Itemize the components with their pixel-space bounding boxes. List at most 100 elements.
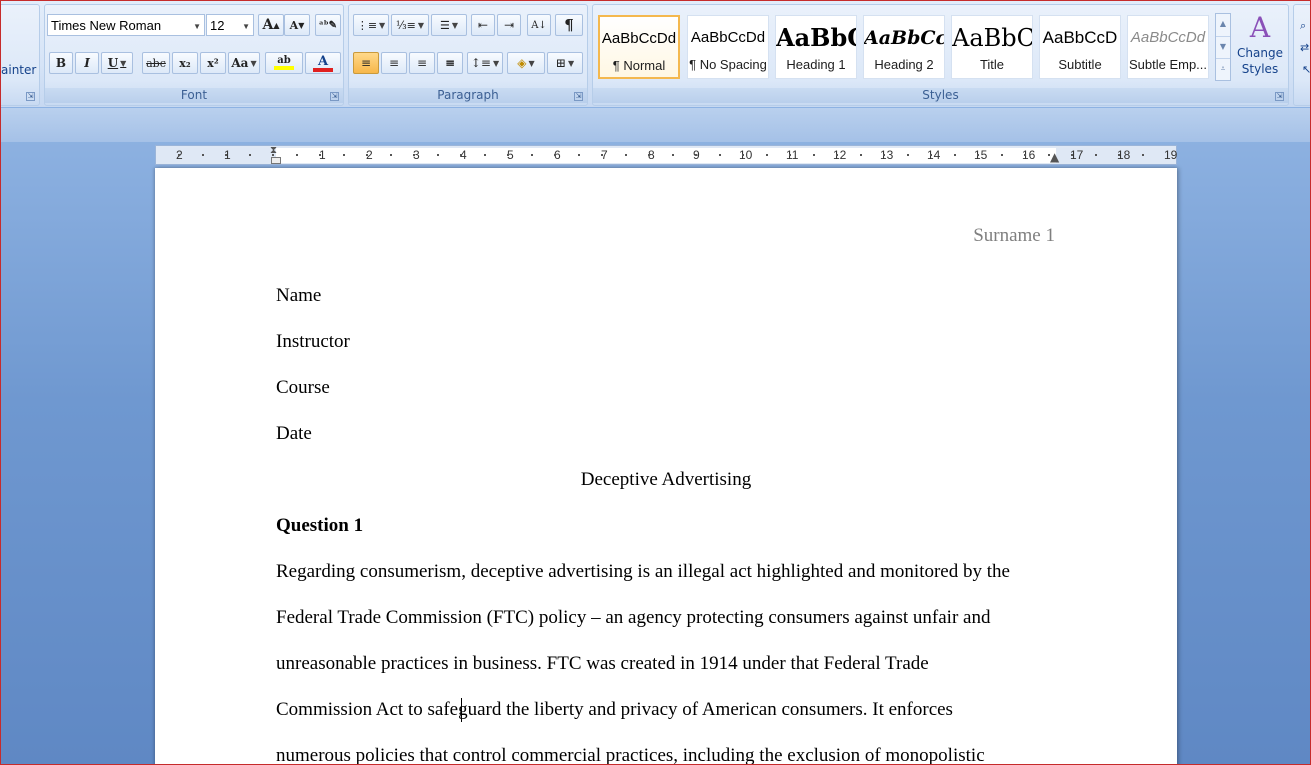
decrease-indent-button[interactable]: ⇤	[471, 14, 495, 36]
font-color-button[interactable]: A	[305, 52, 341, 74]
font-launcher-icon[interactable]: ⇲	[330, 92, 339, 101]
style-name: Subtitle	[1058, 57, 1102, 72]
ruler-tick	[859, 154, 862, 156]
font-size-dropdown-icon[interactable]: ▼	[242, 22, 250, 31]
scroll-up-icon[interactable]: ▲	[1216, 14, 1230, 36]
clipboard-group: ainter ⇲	[0, 4, 40, 106]
font-color-bar	[313, 67, 333, 72]
style-subtle-emphasis[interactable]: AaBbCcDd Subtle Emp...	[1127, 15, 1209, 79]
font-color-icon: A	[317, 53, 329, 69]
ruler-number: 10	[739, 148, 753, 162]
underline-button[interactable]: U ▼	[101, 52, 133, 74]
right-indent-marker-icon[interactable]: ▲	[1050, 150, 1059, 164]
ruler-tick	[836, 154, 838, 156]
clipboard-launcher-icon[interactable]: ⇲	[26, 92, 35, 101]
ruler-tick	[554, 154, 556, 156]
ruler-tick	[742, 154, 744, 156]
style-preview: AaBbCcD	[1042, 28, 1118, 47]
change-styles-button[interactable]: A Change Styles	[1235, 11, 1285, 87]
style-preview: AaBbC	[776, 23, 856, 52]
bullets-button[interactable]: ⋮≡ ▼	[353, 14, 389, 36]
borders-icon: ⊞	[555, 56, 566, 70]
select-icon[interactable]: ↖	[1302, 63, 1311, 76]
style-preview: AaBbCcDd	[601, 30, 677, 47]
align-center-button[interactable]: ≡	[381, 52, 407, 74]
left-indent-marker-icon[interactable]	[271, 157, 281, 164]
show-marks-button[interactable]: ¶	[555, 14, 583, 36]
style-title[interactable]: AaBbC Title	[951, 15, 1033, 79]
ruler-tick	[718, 154, 721, 156]
paragraph-group: ⋮≡ ▼ ⅓≡ ▼ ☰ ▼ ⇤ ⇥ A↓ ¶ ≡ ≡ ≡ ≡ ↕≡ ▼ ◈ ▼ ⊞ ▼ Pa…	[348, 4, 588, 106]
change-case-button[interactable]: Aa ▼	[228, 52, 260, 74]
paragraph-group-label: Paragraph	[349, 88, 587, 103]
paragraph-line: unreasonable practices in business. FTC …	[276, 653, 929, 674]
italic-button[interactable]: I	[75, 52, 99, 74]
styles-scroll: ▲ ▼ ⩡	[1215, 13, 1231, 81]
instructor-line: Instructor	[276, 331, 350, 352]
align-right-button[interactable]: ≡	[409, 52, 435, 74]
clear-formatting-icon: ᵃᵇ✎	[318, 19, 338, 31]
page-header: Surname 1	[973, 225, 1055, 246]
style-normal[interactable]: AaBbCcDd ¶ Normal	[598, 15, 680, 79]
style-heading-1[interactable]: AaBbC Heading 1	[775, 15, 857, 79]
ruler-tick	[1071, 154, 1073, 156]
format-painter-label[interactable]: ainter	[1, 63, 36, 77]
paint-bucket-icon: ◈	[517, 56, 527, 70]
find-icon[interactable]: ⌕	[1300, 19, 1306, 33]
font-name-value: Times New Roman	[51, 17, 162, 33]
justify-icon: ≡	[444, 56, 456, 70]
ruler-tick	[248, 154, 251, 156]
student-name-line: Name	[276, 285, 322, 306]
increase-indent-icon: ⇥	[503, 18, 515, 32]
ruler-tick	[789, 154, 791, 156]
replace-icon[interactable]: ⇄	[1300, 41, 1309, 54]
line-spacing-button[interactable]: ↕≡ ▼	[467, 52, 503, 74]
ruler-number: 13	[880, 148, 894, 162]
style-no-spacing[interactable]: AaBbCcDd ¶ No Spacing	[687, 15, 769, 79]
subscript-button[interactable]: x₂	[172, 52, 198, 74]
numbering-button[interactable]: ⅓≡ ▼	[391, 14, 429, 36]
ruler-tick	[577, 154, 580, 156]
document-page[interactable]: Surname 1 Name Instructor Course Date De…	[155, 168, 1177, 765]
grow-font-button[interactable]: A ▲	[258, 14, 284, 36]
align-left-button[interactable]: ≡	[353, 52, 379, 74]
paragraph-launcher-icon[interactable]: ⇲	[574, 92, 583, 101]
change-case-icon: Aa	[231, 56, 249, 70]
highlight-button[interactable]: ab	[265, 52, 303, 74]
bold-button[interactable]: B	[49, 52, 73, 74]
shrink-font-button[interactable]: A ▼	[284, 14, 310, 36]
style-preview: AaBbCcDd	[1130, 29, 1206, 46]
styles-launcher-icon[interactable]: ⇲	[1275, 92, 1284, 101]
style-preview: AaBbCcDd	[690, 29, 766, 46]
clear-formatting-button[interactable]: ᵃᵇ✎	[315, 14, 341, 36]
shading-button[interactable]: ◈ ▼	[507, 52, 545, 74]
editing-group: ⌕ ⇄ ↖	[1293, 4, 1311, 106]
highlight-icon: ab	[277, 55, 291, 66]
font-name-dropdown-icon[interactable]: ▼	[193, 22, 201, 31]
increase-indent-button[interactable]: ⇥	[497, 14, 521, 36]
text-cursor	[461, 698, 462, 722]
sort-button[interactable]: A↓	[527, 14, 551, 36]
ruler-tick	[624, 154, 627, 156]
scroll-down-icon[interactable]: ▼	[1216, 36, 1230, 58]
ruler-tick	[930, 154, 932, 156]
font-name-combo[interactable]: Times New Roman ▼	[47, 14, 205, 36]
justify-button[interactable]: ≡	[437, 52, 463, 74]
superscript-icon: x²	[207, 56, 219, 70]
ruler-tick	[601, 154, 603, 156]
more-styles-icon[interactable]: ⩡	[1216, 58, 1230, 80]
paragraph-line: Federal Trade Commission (FTC) policy – …	[276, 607, 991, 628]
multilevel-list-button[interactable]: ☰ ▼	[431, 14, 467, 36]
style-heading-2[interactable]: AaBbCc Heading 2	[863, 15, 945, 79]
borders-button[interactable]: ⊞ ▼	[547, 52, 583, 74]
superscript-button[interactable]: x²	[200, 52, 226, 74]
style-subtitle[interactable]: AaBbCcD Subtitle	[1039, 15, 1121, 79]
ruler-tick	[366, 154, 368, 156]
strikethrough-button[interactable]: abc	[142, 52, 170, 74]
horizontal-ruler[interactable]: 2 1 ⧗ 1 2 3 4 5 6 7 8 9 10 11 12 13 14 1…	[155, 145, 1177, 165]
ruler-tick	[648, 154, 650, 156]
shrink-font-icon: A	[289, 18, 299, 32]
font-size-value: 12	[210, 17, 225, 33]
font-size-combo[interactable]: 12 ▼	[206, 14, 254, 36]
ruler-tick	[319, 154, 321, 156]
